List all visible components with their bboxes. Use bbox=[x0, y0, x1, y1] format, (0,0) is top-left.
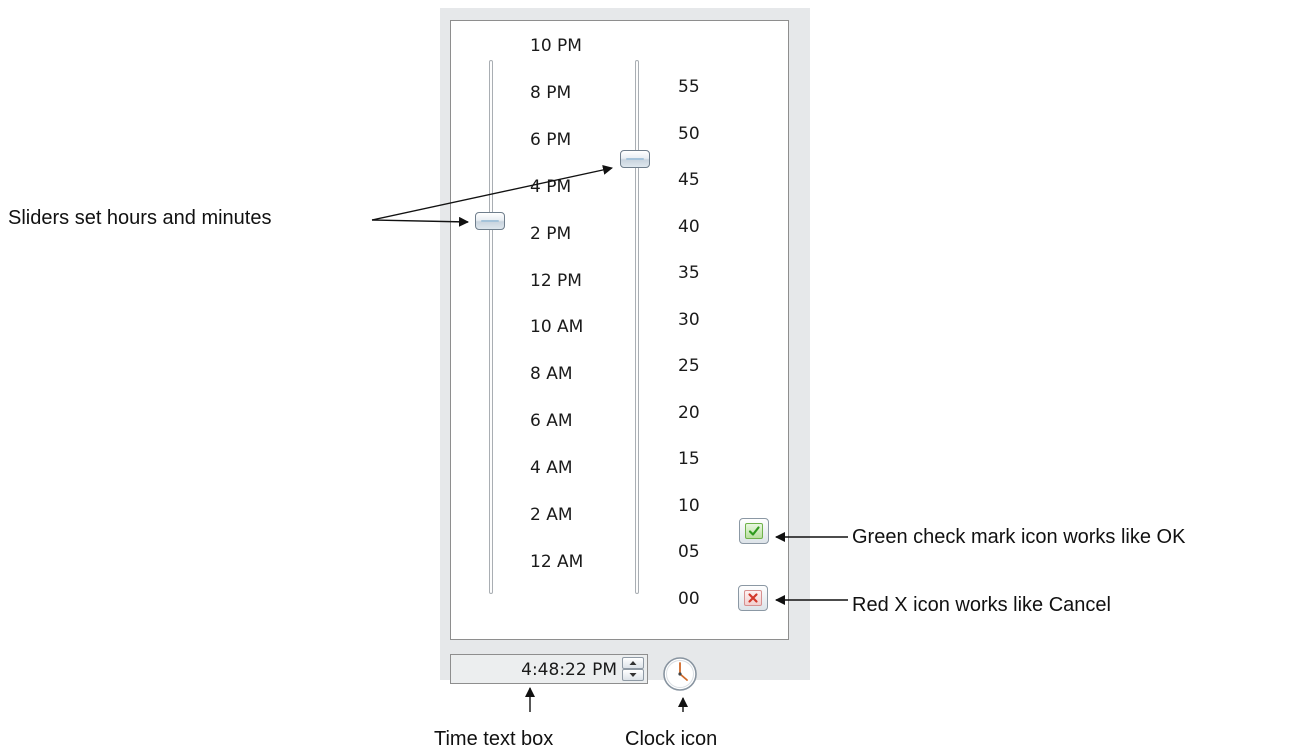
callout-arrows bbox=[371, 165, 848, 712]
arrow-to-minute-thumb bbox=[371, 165, 613, 221]
arrow-to-hour-thumb bbox=[371, 216, 469, 227]
